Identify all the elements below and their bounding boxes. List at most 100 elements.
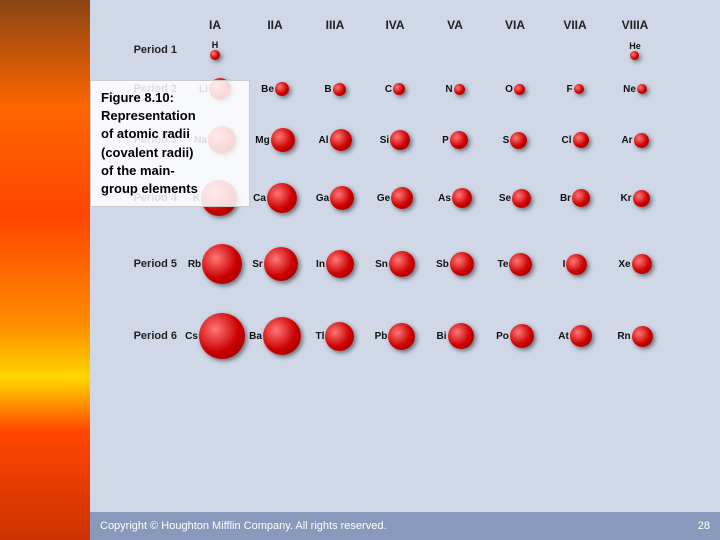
atom-Tl [325, 322, 354, 351]
elem-sym-O: O [505, 84, 513, 95]
cell-p1-c5 [485, 36, 545, 64]
atom-Si [390, 130, 410, 150]
cell-p5-c3: Sn [365, 230, 425, 298]
elem-sym-Cs: Cs [185, 331, 198, 342]
atom-As [452, 188, 472, 208]
caption-line2: of atomic radii [101, 126, 190, 141]
elem-wrapper-Ga: Ga [316, 186, 354, 210]
atom-B [333, 83, 346, 96]
elem-wrapper-Ne: Ne [623, 84, 647, 95]
fire-background [0, 0, 90, 540]
cell-p1-c7: He [605, 36, 665, 64]
elem-sym-Rn: Rn [617, 331, 630, 342]
elem-sym-In: In [316, 259, 325, 270]
col-header-VIIA: VIIA [545, 18, 605, 32]
elem-wrapper-Ge: Ge [377, 187, 413, 209]
atom-Rn [632, 326, 653, 347]
main-content: Figure 8.10: Representation of atomic ra… [90, 0, 720, 540]
cell-p3-c7: Ar [605, 114, 665, 166]
elem-sym-Ne: Ne [623, 84, 636, 95]
elem-sym-Mg: Mg [255, 135, 269, 146]
elem-wrapper-Be: Be [261, 82, 289, 96]
elem-wrapper-Rn: Rn [617, 326, 652, 347]
elem-top-label-He: He [629, 41, 641, 51]
cell-p3-c4: P [425, 114, 485, 166]
atom-Xe [632, 254, 652, 274]
elem-sym-Ba: Ba [249, 331, 262, 342]
elem-wrapper-Pb: Pb [375, 323, 416, 350]
cell-p3-c2: Al [305, 114, 365, 166]
elem-wrapper-Sb: Sb [436, 252, 474, 276]
cell-p1-c2 [305, 36, 365, 64]
atom-He [630, 51, 639, 60]
elem-wrapper-F: F [566, 84, 583, 95]
atom-O [514, 84, 525, 95]
period-label-1: Period 1 [110, 44, 185, 56]
cell-p3-c3: Si [365, 114, 425, 166]
elem-sym-Ar: Ar [621, 135, 632, 146]
period-row-6: Period 6Cs Ba Tl Pb Bi Po At Rn [110, 300, 710, 372]
elem-sym-I: I [563, 259, 566, 270]
cell-p1-c1 [245, 36, 305, 64]
elem-wrapper-Si: Si [380, 130, 410, 150]
elem-sym-B: B [324, 84, 331, 95]
cell-p4-c5: Se [485, 168, 545, 228]
caption-box: Figure 8.10: Representation of atomic ra… [90, 80, 250, 207]
elem-wrapper-B: B [324, 83, 345, 96]
elem-wrapper-O: O [505, 84, 525, 95]
cell-p6-c0: Cs [185, 300, 245, 372]
elem-wrapper-Ar: Ar [621, 133, 648, 148]
cell-p5-c5: Te [485, 230, 545, 298]
cell-p3-c6: Cl [545, 114, 605, 166]
cell-p6-c1: Ba [245, 300, 305, 372]
elem-wrapper-Ba: Ba [249, 317, 301, 355]
period-label-6: Period 6 [110, 330, 185, 342]
atom-P [450, 131, 468, 149]
col-header-VIA: VIA [485, 18, 545, 32]
cell-p5-c2: In [305, 230, 365, 298]
elem-wrapper-As: As [438, 188, 472, 208]
atom-Mg [271, 128, 295, 152]
elem-wrapper-Ca: Ca [253, 183, 297, 213]
elem-sym-P: P [442, 135, 449, 146]
atom-Sb [450, 252, 474, 276]
elem-sym-Cl: Cl [562, 135, 572, 146]
elem-sym-Sn: Sn [375, 259, 388, 270]
cell-p5-c0: Rb [185, 230, 245, 298]
col-header-IIA: IIA [245, 18, 305, 32]
atom-Cl [573, 132, 589, 148]
elem-wrapper-I: I [563, 254, 588, 275]
elem-sym-Pb: Pb [375, 331, 388, 342]
elem-wrapper-S: S [503, 132, 528, 149]
elem-top-label-H: H [212, 40, 219, 50]
cell-p4-c4: As [425, 168, 485, 228]
cell-p3-c5: S [485, 114, 545, 166]
cell-p6-c5: Po [485, 300, 545, 372]
elem-wrapper-Tl: Tl [316, 322, 355, 351]
elem-sym-Po: Po [496, 331, 509, 342]
cell-p6-c7: Rn [605, 300, 665, 372]
atom-Ar [634, 133, 649, 148]
cell-p4-c2: Ga [305, 168, 365, 228]
caption-line1: Representation [101, 108, 196, 123]
cell-p2-c5: O [485, 66, 545, 112]
elem-wrapper-Sr: Sr [252, 247, 298, 281]
period-label-5: Period 5 [110, 258, 185, 270]
col-header-VIIIA: VIIIA [605, 18, 665, 32]
atom-Sn [389, 251, 415, 277]
elem-wrapper-Br: Br [560, 189, 590, 207]
figure-label: Figure 8.10: [101, 90, 174, 105]
atom-Al [330, 129, 352, 151]
elem-wrapper-Se: Se [499, 189, 531, 208]
atom-S [510, 132, 527, 149]
elem-sym-Bi: Bi [437, 331, 447, 342]
elem-wrapper-C: C [385, 83, 405, 95]
cell-p6-c6: At [545, 300, 605, 372]
atom-Br [572, 189, 590, 207]
period-row-1: Period 1 H He [110, 36, 710, 64]
elem-wrapper-Kr: Kr [620, 190, 649, 207]
copyright-text: Copyright © Houghton Mifflin Company. Al… [100, 520, 387, 532]
atom-C [393, 83, 405, 95]
atom-Te [509, 253, 532, 276]
col-headers-row: IAIIAIIIAIVAVAVIAVIIAVIIIA [185, 18, 710, 32]
